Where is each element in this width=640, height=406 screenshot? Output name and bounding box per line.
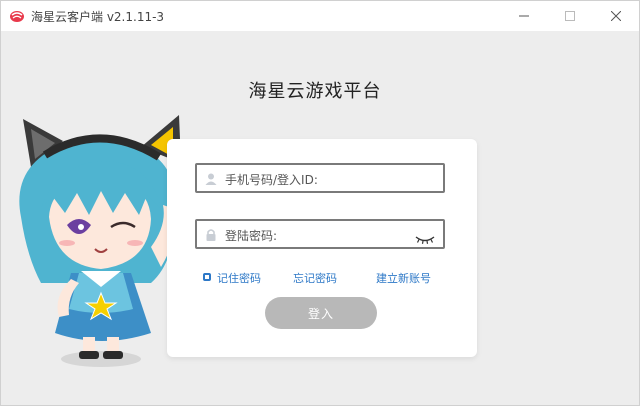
- client-window: 海星云客户端 v2.1.11-3 海星云游戏平台 手机号码/登入ID: 登陆密码…: [0, 0, 640, 406]
- user-icon: [204, 171, 218, 185]
- password-input[interactable]: 登陆密码:: [195, 219, 445, 249]
- password-placeholder: 登陆密码:: [225, 229, 278, 243]
- window-title: 海星云客户端 v2.1.11-3: [31, 10, 165, 24]
- register-link[interactable]: 建立新账号: [376, 270, 431, 286]
- app-logo-icon: [9, 8, 25, 24]
- forgot-password-link[interactable]: 忘记密码: [293, 270, 337, 286]
- lock-icon: [204, 227, 218, 241]
- login-button[interactable]: 登入: [265, 297, 377, 329]
- login-options: 记住密码 忘记密码 建立新账号: [203, 269, 453, 287]
- minimize-button[interactable]: [501, 1, 547, 31]
- login-card: 手机号码/登入ID: 登陆密码: 记住密码 忘记密码 建立新账号 登入: [167, 139, 477, 357]
- phone-input[interactable]: 手机号码/登入ID:: [195, 163, 445, 193]
- close-icon: [611, 11, 621, 21]
- maximize-icon: [565, 11, 575, 21]
- eye-closed-icon[interactable]: [415, 229, 435, 248]
- maximize-button[interactable]: [547, 1, 593, 31]
- minimize-icon: [519, 15, 529, 17]
- close-button[interactable]: [593, 1, 639, 31]
- remember-checkbox[interactable]: [203, 273, 211, 281]
- phone-placeholder: 手机号码/登入ID:: [225, 173, 318, 187]
- remember-password-label[interactable]: 记住密码: [217, 270, 261, 286]
- title-bar: 海星云客户端 v2.1.11-3: [1, 1, 639, 31]
